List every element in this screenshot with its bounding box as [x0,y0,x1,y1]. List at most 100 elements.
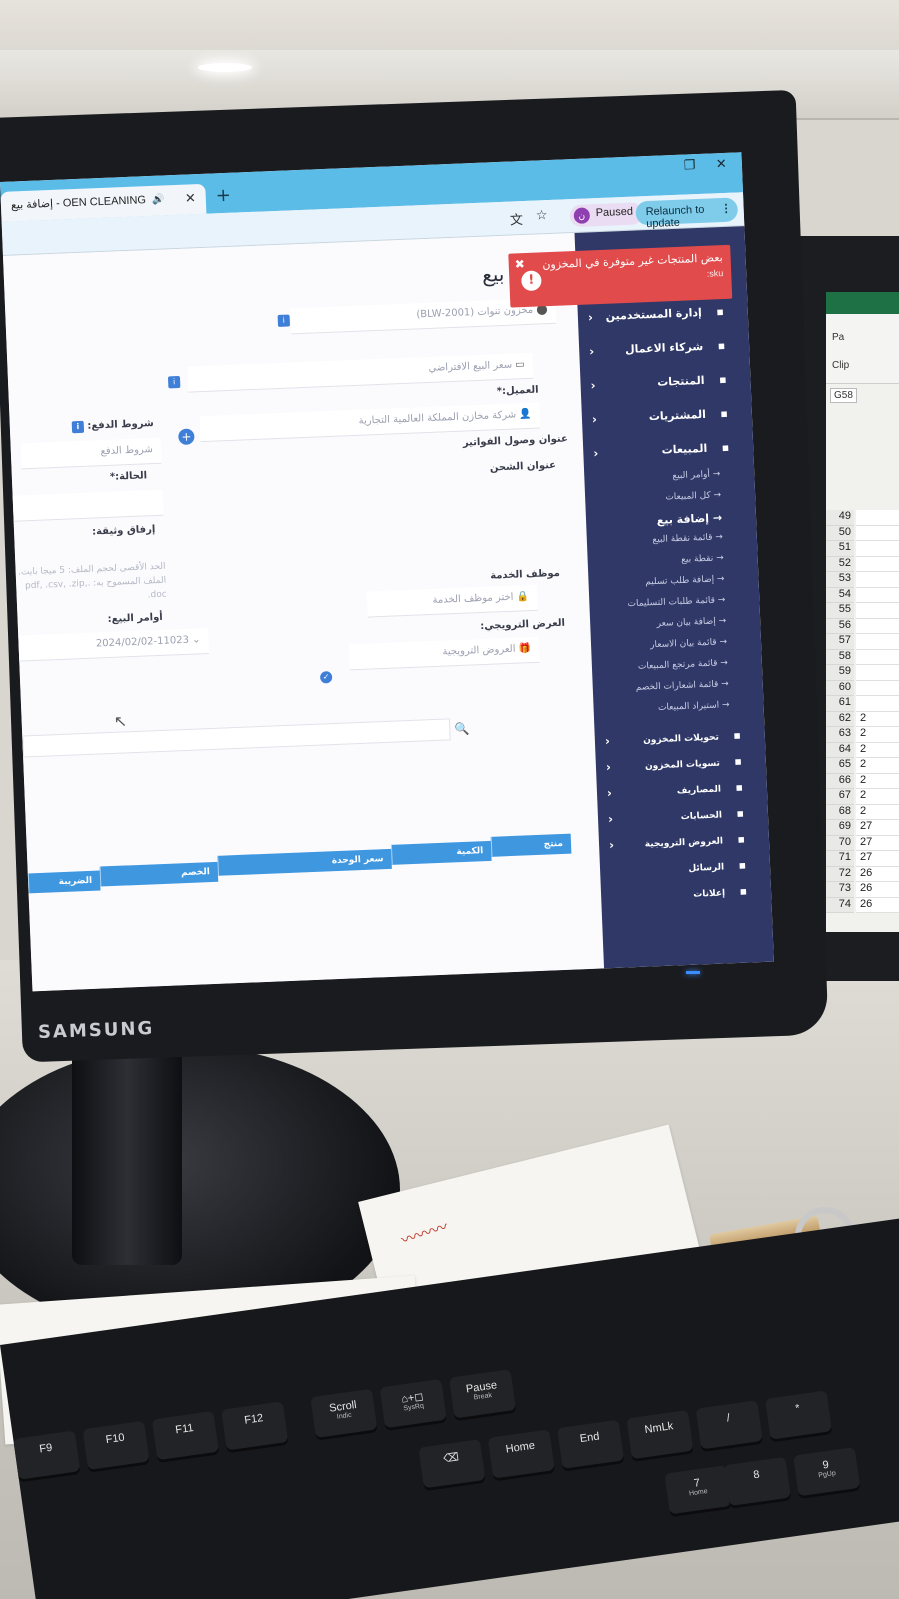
cell[interactable] [856,696,899,712]
info-icon[interactable]: i [277,314,291,327]
sales-order-select[interactable]: ⌄ 2024/02/02-11023 [18,628,210,662]
keyboard-key[interactable]: F10 [82,1420,151,1473]
row-header[interactable]: 67 [826,789,854,805]
sidebar-subitem[interactable]: → نقطة بيع [588,553,738,569]
keyboard-key[interactable]: 7 Home [664,1465,732,1518]
cell[interactable] [856,618,899,634]
row-header[interactable]: 66 [826,773,854,789]
row-header[interactable]: 63 [826,727,854,743]
keyboard-key[interactable]: / [695,1400,764,1453]
keyboard-key[interactable]: ⌂+◻ SysRq [379,1378,448,1432]
price-group-select[interactable]: ▭ سعر البيع الافتراضي [187,352,534,393]
sidebar-subitem[interactable]: → إضافة طلب تسليم [588,574,738,590]
cell[interactable]: 27 [856,820,899,836]
keyboard-key[interactable]: * [764,1390,833,1443]
keyboard-key[interactable]: ⌫ [418,1439,486,1492]
sidebar-subitem[interactable]: → قائمة مرتجع المبيعات [592,658,742,674]
cell[interactable]: 2 [856,789,899,805]
cell[interactable]: 26 [856,882,899,898]
payment-terms-input[interactable]: شروط الدفع [20,437,162,470]
cell[interactable]: 2 [856,773,899,789]
keyboard-key[interactable]: F11 [151,1410,220,1464]
row-header[interactable]: 51 [826,541,854,557]
cell[interactable]: 2 [856,711,899,727]
row-header[interactable]: 68 [826,804,854,820]
row-header[interactable]: 58 [826,649,854,665]
row-header[interactable]: 72 [826,866,854,882]
sidebar-subitem[interactable]: → قائمة اشعارات الخصم [593,679,743,695]
cell[interactable] [856,525,899,541]
row-header[interactable]: 69 [826,820,854,836]
sidebar-subitem[interactable]: → قائمة بيان الاسعار [591,637,741,653]
keyboard-key[interactable]: 8 [723,1456,792,1510]
translate-icon[interactable]: 文 [510,209,524,229]
cell[interactable] [856,510,899,526]
cell[interactable] [856,556,899,572]
cell[interactable]: 27 [856,835,899,851]
bookmark-star-icon[interactable]: ☆ [535,208,547,223]
row-header[interactable]: 55 [826,603,854,619]
row-header[interactable]: 62 [826,711,854,727]
cell[interactable]: 2 [856,742,899,758]
cell[interactable] [856,665,899,681]
row-header[interactable]: 74 [826,897,854,913]
relaunch-button[interactable]: Relaunch to update ⋮ [635,197,739,230]
sidebar-subitem[interactable]: → إضافة بيع [586,511,736,530]
new-tab-icon[interactable]: + [215,185,231,207]
restore-window-icon[interactable]: ❐ [684,158,696,173]
status-select[interactable] [12,489,164,522]
keyboard-key[interactable]: NmLk [626,1409,694,1463]
row-header[interactable]: 54 [826,587,854,603]
keyboard-key[interactable]: F9 [13,1430,81,1483]
keyboard-key[interactable]: Pause Break [448,1369,517,1422]
keyboard-key[interactable]: Scroll Indic [310,1388,378,1441]
cell[interactable] [856,649,899,665]
sidebar-item[interactable]: ▪ شركاء الاعمال ‹ [579,338,740,374]
keyboard-key[interactable]: Home [487,1429,556,1482]
keyboard-key[interactable]: 9 PgUp [793,1447,861,1500]
cell[interactable] [856,634,899,650]
sidebar-item[interactable]: ▪ المشتريات ‹ [582,406,743,442]
sidebar-item[interactable]: ▪ إدارة المستخدمين ‹ [578,305,739,341]
profile-paused-button[interactable]: ن Paused [569,202,644,228]
cell[interactable]: 26 [856,866,899,882]
info-icon[interactable]: i [167,375,181,389]
cell[interactable] [856,603,899,619]
promotion-select[interactable]: 🎁 العروض الترويجية [348,636,540,671]
row-header[interactable]: 64 [826,742,854,758]
cell[interactable]: 27 [856,851,899,867]
sidebar-item[interactable]: ▪ المنتجات ‹ [580,372,741,408]
cell[interactable]: 2 [856,804,899,820]
row-header[interactable]: 57 [826,634,854,650]
sidebar-subitem[interactable]: → استيراد المبيعات [593,700,743,716]
row-header[interactable]: 56 [826,618,854,634]
row-header[interactable]: 59 [826,665,854,681]
cell[interactable] [856,587,899,603]
row-header[interactable]: 65 [826,758,854,774]
cell[interactable]: 2 [856,758,899,774]
product-search-input[interactable] [22,718,451,758]
cell[interactable] [856,680,899,696]
cell-reference-box[interactable]: G58 [830,388,857,403]
row-header[interactable]: 60 [826,680,854,696]
row-header[interactable]: 52 [826,556,854,572]
keyboard-key[interactable]: End [557,1419,625,1472]
sidebar-subitem[interactable]: → قائمة نقطة البيع [587,532,737,548]
add-customer-button[interactable]: + [178,428,195,446]
sidebar-subitem[interactable]: → إضافة بيان سعر [590,616,740,632]
sidebar-item[interactable]: ▪ إعلانات [601,884,762,920]
row-header[interactable]: 50 [826,525,854,541]
row-header[interactable]: 70 [826,835,854,851]
row-header[interactable]: 73 [826,882,854,898]
cell[interactable] [856,572,899,588]
row-header[interactable]: 61 [826,696,854,712]
cell[interactable] [856,541,899,557]
tab-close-icon[interactable]: ✕ [185,190,197,206]
keyboard-key[interactable]: F12 [221,1401,289,1454]
row-header[interactable]: 71 [826,851,854,867]
close-window-icon[interactable]: ✕ [716,157,727,172]
cell[interactable]: 2 [856,727,899,743]
row-header[interactable]: 53 [826,572,854,588]
search-icon[interactable]: 🔍 [454,722,470,737]
more-menu-icon[interactable]: ⋮ [720,202,731,215]
